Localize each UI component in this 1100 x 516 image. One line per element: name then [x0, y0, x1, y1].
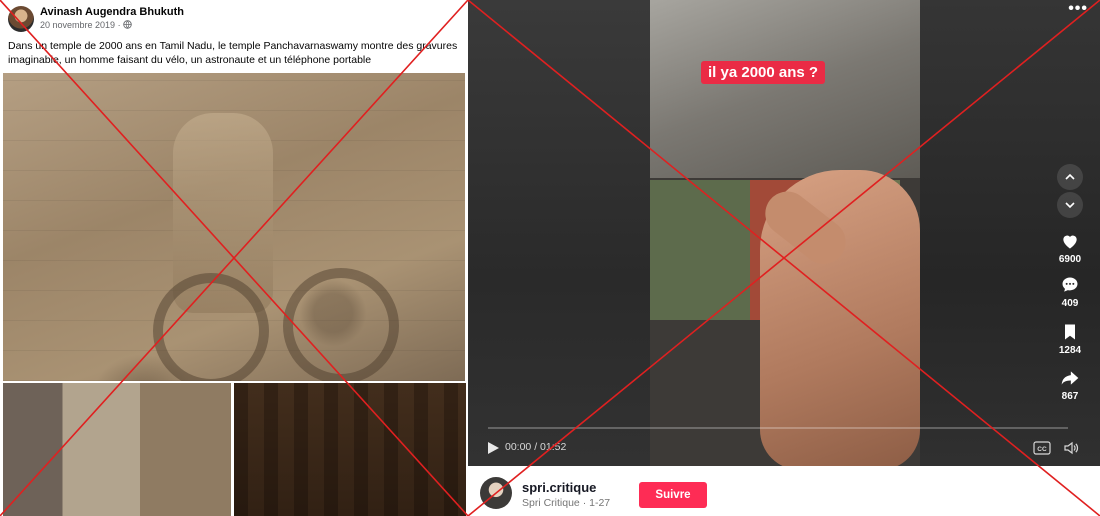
bookmark-count: 1284 [1058, 345, 1082, 356]
chevron-down-icon [1065, 202, 1075, 209]
like-button[interactable]: 6900 [1053, 231, 1087, 265]
progress-bar[interactable] [488, 427, 1068, 429]
post-text: Dans un temple de 2000 ans en Tamil Nadu… [8, 40, 458, 66]
carved-wheel [283, 268, 399, 381]
author-name[interactable]: Avinash Augendra Bhukuth [40, 6, 184, 18]
avatar[interactable] [480, 477, 512, 509]
globe-icon [123, 20, 132, 29]
author-avatar[interactable] [8, 6, 34, 32]
facebook-post: Avinash Augendra Bhukuth 20 novembre 201… [0, 0, 468, 516]
author-bar: spri.critique Spri Critique · 1-27 Suivr… [468, 466, 1100, 516]
comment-icon [1062, 277, 1078, 292]
comment-button[interactable]: 409 [1053, 275, 1087, 309]
follow-button[interactable]: Suivre [639, 482, 707, 508]
post-date[interactable]: 20 novembre 2019 [40, 20, 115, 30]
video-player[interactable]: il ya 2000 ans ? ••• 6900 409 1284 867 0… [468, 0, 1100, 466]
bookmark-button[interactable]: 1284 [1053, 322, 1087, 356]
captions-icon[interactable]: CC [1033, 441, 1051, 455]
play-icon[interactable] [486, 441, 500, 455]
video-blur-background [468, 0, 650, 466]
share-count: 867 [1061, 391, 1079, 402]
post-photo-temple-relief[interactable] [234, 383, 466, 516]
volume-icon[interactable] [1063, 440, 1079, 456]
bookmark-icon [1065, 324, 1075, 340]
more-dots-icon[interactable]: ••• [1068, 0, 1088, 18]
next-video-button[interactable] [1057, 192, 1083, 218]
post-photo-cyclist-carving[interactable] [3, 73, 465, 381]
previous-video-button[interactable] [1057, 164, 1083, 190]
tiktok-video-page: il ya 2000 ans ? ••• 6900 409 1284 867 0… [468, 0, 1100, 516]
video-photo-carving [650, 0, 920, 178]
post-meta: 20 novembre 2019 · [40, 20, 132, 30]
share-icon [1061, 371, 1079, 385]
share-button[interactable]: 867 [1053, 368, 1087, 402]
author-subtitle: Spri Critique · 1-27 [522, 497, 611, 509]
chevron-up-icon [1065, 173, 1075, 180]
video-caption-overlay: il ya 2000 ans ? [701, 61, 826, 84]
author-handle[interactable]: spri.critique [522, 480, 596, 495]
carved-wheel [153, 273, 269, 381]
svg-text:CC: CC [1037, 446, 1047, 453]
playback-time: 00:00 / 01:52 [505, 441, 567, 453]
comment-count: 409 [1061, 298, 1079, 309]
heart-icon [1063, 235, 1077, 249]
post-photo-phone-astronaut[interactable] [3, 383, 231, 516]
like-count: 6900 [1058, 254, 1082, 265]
meta-separator: · [115, 20, 124, 30]
